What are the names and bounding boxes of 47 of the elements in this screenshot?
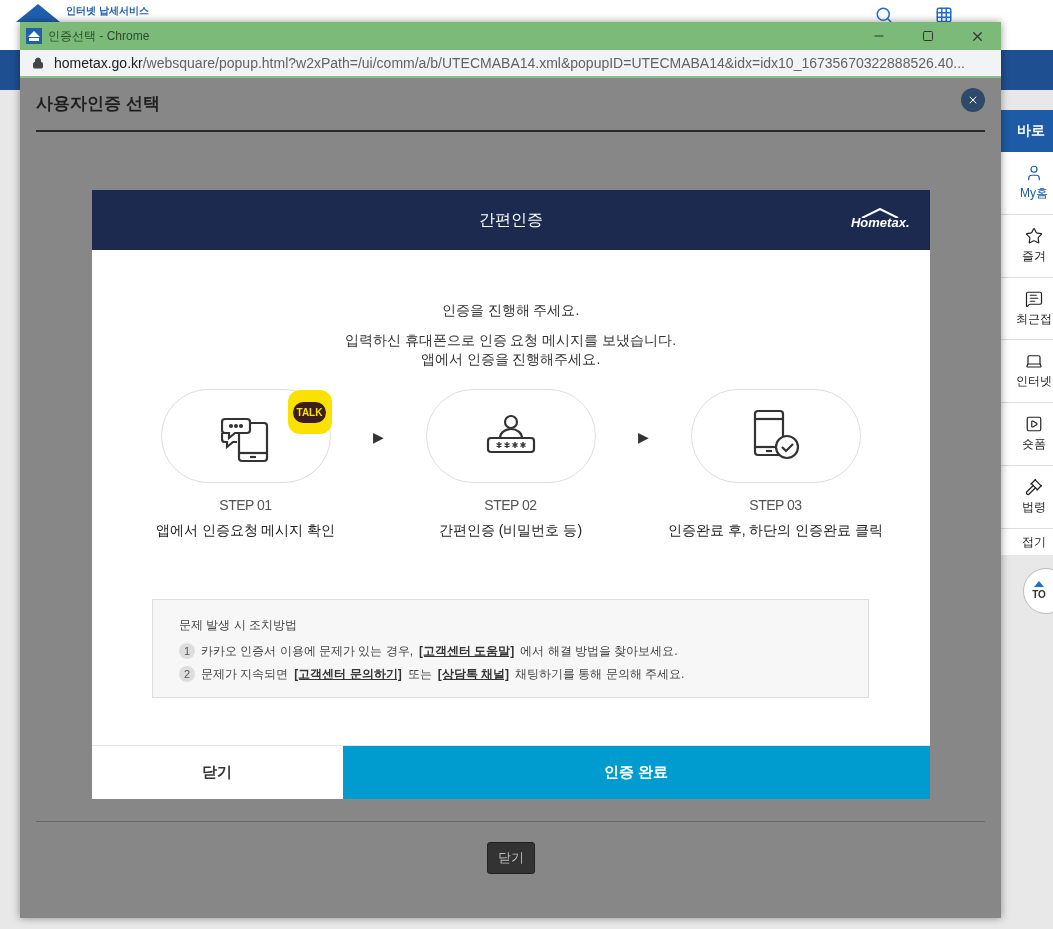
modal-heading: 인증을 진행해 주세요. — [441, 301, 580, 320]
user-icon — [1025, 163, 1043, 182]
search-icon[interactable] — [875, 6, 893, 24]
modal-title: 간편인증 — [478, 210, 543, 230]
help-link[interactable]: [고객센터 도움말] — [419, 642, 515, 660]
star-icon — [1025, 226, 1043, 245]
close-button[interactable]: 닫기 — [486, 842, 535, 874]
lock-icon — [32, 57, 44, 69]
step-number: STEP 02 — [484, 496, 537, 515]
step-caption: 간편인증 (비밀번호 등) — [438, 521, 583, 540]
quick-menu-title: 바로 — [1001, 110, 1053, 152]
help-title: 문제 발생 시 조치방법 — [179, 617, 298, 634]
modal-message: 앱에서 인증을 진행해주세요. — [420, 350, 601, 369]
help-text: 채팅하기를 통해 문의해 주세요. — [515, 666, 685, 683]
step-arrow: ▶ — [371, 428, 385, 447]
talk-badge: TALK — [287, 390, 332, 434]
url-path: /websquare/popup.html?w2xPath=/ui/comm/a/b/UTECMABA14.xml&popupID=UTECMABA14&idx=idx10_16735670322888526.40... — [142, 53, 965, 73]
logo-caption: 인터넷 납세서비스 — [66, 4, 149, 18]
maximize-icon[interactable] — [922, 30, 934, 42]
help-link[interactable]: [상담톡 채널] — [437, 665, 509, 683]
help-text: 문제가 지속되면 — [201, 666, 289, 683]
site-favicon-icon — [26, 28, 42, 44]
close-icon[interactable] — [961, 88, 985, 112]
help-text: 또는 — [407, 666, 432, 683]
collapse-button[interactable]: 접기 — [1001, 529, 1053, 555]
step-number: STEP 03 — [749, 496, 802, 515]
top-button[interactable]: TO — [1023, 568, 1053, 614]
step-arrow: ▶ — [636, 428, 650, 447]
chat-icon — [1025, 289, 1043, 308]
help-text: 카카오 인증서 이용에 문제가 있는 경우, — [201, 643, 413, 660]
step-number-badge: 2 — [179, 666, 195, 682]
url-domain: hometax.go.kr — [54, 53, 143, 73]
gavel-icon — [1025, 478, 1043, 497]
up-arrow-icon — [1034, 580, 1044, 587]
menu-grid-icon[interactable] — [935, 6, 953, 24]
step-caption: 인증완료 후, 하단의 인증완료 클릭 — [667, 521, 884, 540]
hometax-logo: Hometax. — [850, 208, 910, 229]
laptop-icon — [1025, 352, 1043, 371]
help-text: 에서 해결 방법을 찾아보세요. — [520, 643, 678, 660]
help-link[interactable]: [고객센터 문의하기] — [294, 665, 402, 683]
window-title: 인증선택 - Chrome — [48, 28, 150, 45]
step-number-badge: 1 — [179, 643, 195, 659]
popup-title: 사용자인증 선택 — [36, 93, 160, 116]
modal-message: 입력하신 휴대폰으로 인증 요청 메시지를 보냈습니다. — [344, 331, 677, 350]
step-number: STEP 01 — [219, 496, 272, 515]
play-icon — [1025, 415, 1043, 434]
step-caption: 앱에서 인증요청 메시지 확인 — [155, 521, 336, 540]
